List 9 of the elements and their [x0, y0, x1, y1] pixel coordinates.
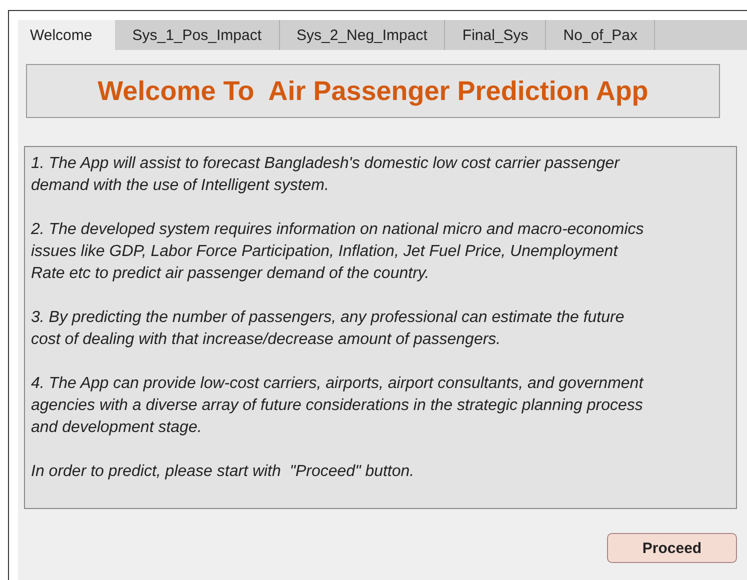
description-paragraph: In order to predict, please start with "Proceed" button.: [31, 462, 416, 482]
proceed-button[interactable]: Proceed: [607, 533, 737, 563]
description-paragraph: 1. The App will assist to forecast Bangladesh's domestic low cost carrier passenger demand with the use of Intelligent system.: [31, 154, 621, 196]
app-title: Welcome To Air Passenger Prediction App: [26, 64, 720, 118]
tab[interactable]: Welcome: [18, 20, 116, 50]
tab[interactable]: Sys_2_Neg_Impact: [280, 20, 446, 50]
description-paragraph: 4. The App can provide low-cost carriers, airports, airport consultants, and government agencies with a diverse array of future considerations in the strategic planning process and development stage.: [31, 374, 645, 438]
description-paragraph: 3. By predicting the number of passengers, any professional can estimate the future cost of dealing with that increase/decrease amount of passengers.: [31, 308, 626, 350]
description-paragraph: 2. The developed system requires information on national micro and macro-economics issues like GDP, Labor Force Participation, Inflation, Jet Fuel Price, Unemployment Rate etc to predict air passenger demand of the country.: [31, 220, 645, 284]
